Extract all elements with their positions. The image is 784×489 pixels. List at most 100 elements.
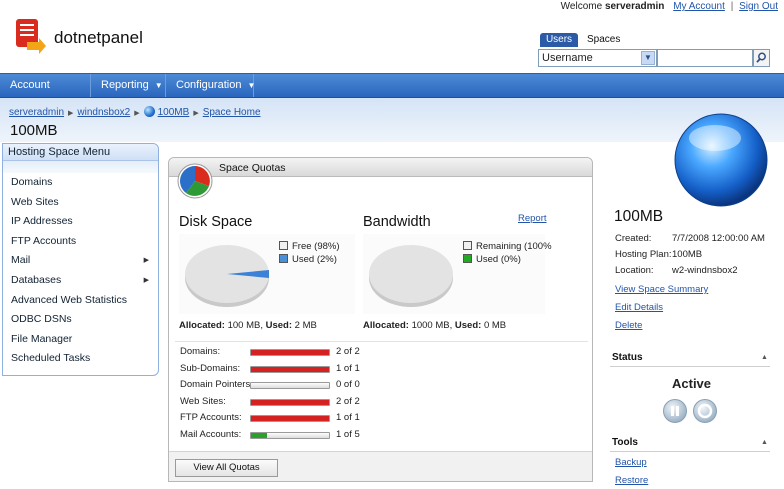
space-globe-icon [674,113,768,207]
dotnetpanel-logo-icon [16,19,46,54]
brand-name: dotnetpanel [54,28,143,47]
info-created: Created: 7/7/2008 12:00:00 AM [615,233,765,244]
menu-item-scheduled-tasks[interactable]: Scheduled Tasks [3,349,158,369]
stop-icon [697,403,713,419]
view-space-summary-link[interactable]: View Space Summary [615,284,708,295]
arrow-right-icon: ▶ [193,110,199,117]
search-button[interactable] [753,49,770,67]
quota-pie-icon [177,163,213,199]
delete-link[interactable]: Delete [615,320,642,331]
used-label: Used: [454,320,482,331]
header: dotnetpanel Welcome serveradmin My Accou… [0,0,784,72]
nav-label: Configuration [176,79,242,91]
tab-spaces[interactable]: Spaces [587,33,620,47]
breadcrumb-item[interactable]: 100MB [158,107,190,118]
menu-item-label: Advanced Web Statistics [11,293,127,306]
menu-item-advanced-web-statistics[interactable]: Advanced Web Statistics [3,291,158,311]
menu-item-label: Databases [11,273,62,286]
breadcrumb-band [0,98,784,142]
info-value: w2-windnsbox2 [672,265,738,276]
arrow-right-icon: ▶ [134,110,140,117]
welcome-text: Welcome [560,1,603,12]
quota-bar-fill [251,399,329,405]
allocated-value: 100 MB, [227,320,263,331]
menu-item-mail[interactable]: Mail ▶ [3,251,158,271]
chevron-down-icon[interactable]: ▼ [641,51,655,65]
quota-rows: Domains: 2 of 2 Sub-Domains: 1 of 1 Domain… [180,344,360,444]
chevron-down-icon: ▼ [154,81,163,90]
status-value: Active [672,376,712,391]
breadcrumb-item[interactable]: Space Home [203,107,261,118]
menu-item-ip-addresses[interactable]: IP Addresses [3,212,158,232]
breadcrumb-item[interactable]: serveradmin [9,107,64,118]
legend-swatch [279,241,288,250]
pause-button[interactable] [663,399,687,423]
tab-users[interactable]: Users [540,33,578,47]
nav-label: Reporting [101,79,149,91]
menu-item-label: IP Addresses [11,215,73,228]
quota-bar [250,398,330,406]
tools-section-title: Tools [612,437,638,448]
nav-configuration[interactable]: Configuration ▼ [166,74,256,97]
bandwidth-title: Bandwidth [363,214,431,230]
my-account-link[interactable]: My Account [673,1,725,12]
quota-bar-fill [251,366,329,372]
quota-row: Web Sites: 2 of 2 [180,394,360,411]
disk-pie-chart [185,245,269,307]
quota-value: 1 of 1 [336,362,360,374]
quota-bar [250,382,330,390]
used-value: 2 MB [294,320,317,331]
allocated-value: 1000 MB, [411,320,453,331]
quota-bar-fill [251,416,329,422]
globe-icon [143,106,155,117]
info-location: Location: w2-windnsbox2 [615,265,737,276]
bandwidth-legend: Remaining (100% Used (0%) [463,240,552,266]
restore-link[interactable]: Restore [615,475,648,486]
menu-item-ftp-accounts[interactable]: FTP Accounts [3,232,158,252]
quota-label: Mail Accounts: [180,428,242,440]
search-field-select[interactable]: Username ▼ [538,49,657,67]
menu-item-label: FTP Accounts [11,234,77,247]
menu-item-label: File Manager [11,332,73,345]
backup-link[interactable]: Backup [615,457,647,468]
submenu-arrow-icon: ▶ [143,276,149,284]
view-all-quotas-button[interactable]: View All Quotas [175,459,278,477]
search-input[interactable] [657,49,753,67]
nav-account-home[interactable]: Account Home [0,74,91,114]
section-divider [610,366,770,367]
quota-row: FTP Accounts: 1 of 1 [180,410,360,427]
menu-item-odbc-dsns[interactable]: ODBC DSNs [3,310,158,330]
legend-label: Used (0%) [476,254,521,265]
collapse-icon[interactable]: ▲ [761,439,768,446]
nav-reporting[interactable]: Reporting ▼ [91,74,166,97]
legend-label: Remaining (100% [476,241,552,252]
used-label: Used: [265,320,293,331]
info-hosting-plan: Hosting Plan:100MB [615,249,702,260]
quota-value: 2 of 2 [336,395,360,407]
menu-item-web-sites[interactable]: Web Sites [3,193,158,213]
menu-item-file-manager[interactable]: File Manager [3,330,158,350]
quota-bar [250,415,330,423]
quota-bar [250,349,330,356]
info-key: Created: [615,233,652,244]
quota-bar [250,365,330,373]
menu-item-databases[interactable]: Databases ▶ [3,271,158,291]
menu-item-label: ODBC DSNs [11,313,72,326]
info-key: Location: [615,265,654,276]
stop-button[interactable] [693,399,717,423]
quota-row: Domain Pointers: 0 of 0 [180,377,360,394]
chevron-down-icon: ▼ [247,81,256,90]
legend-label: Free (98%) [292,241,340,252]
status-section-title: Status [612,352,643,363]
bandwidth-report-link[interactable]: Report [518,213,547,224]
disk-allocation: Allocated: 100 MB, Used: 2 MB [179,320,317,331]
menu-item-label: Mail [11,254,31,267]
edit-details-link[interactable]: Edit Details [615,302,663,313]
quota-value: 1 of 1 [336,412,360,424]
breadcrumb-item[interactable]: windnsbox2 [77,107,130,118]
sign-out-link[interactable]: Sign Out [739,1,778,12]
info-key: Hosting Plan: [615,249,672,260]
quota-row: Mail Accounts: 1 of 5 [180,427,360,444]
collapse-icon[interactable]: ▲ [761,354,768,361]
menu-item-domains[interactable]: Domains [3,173,158,193]
